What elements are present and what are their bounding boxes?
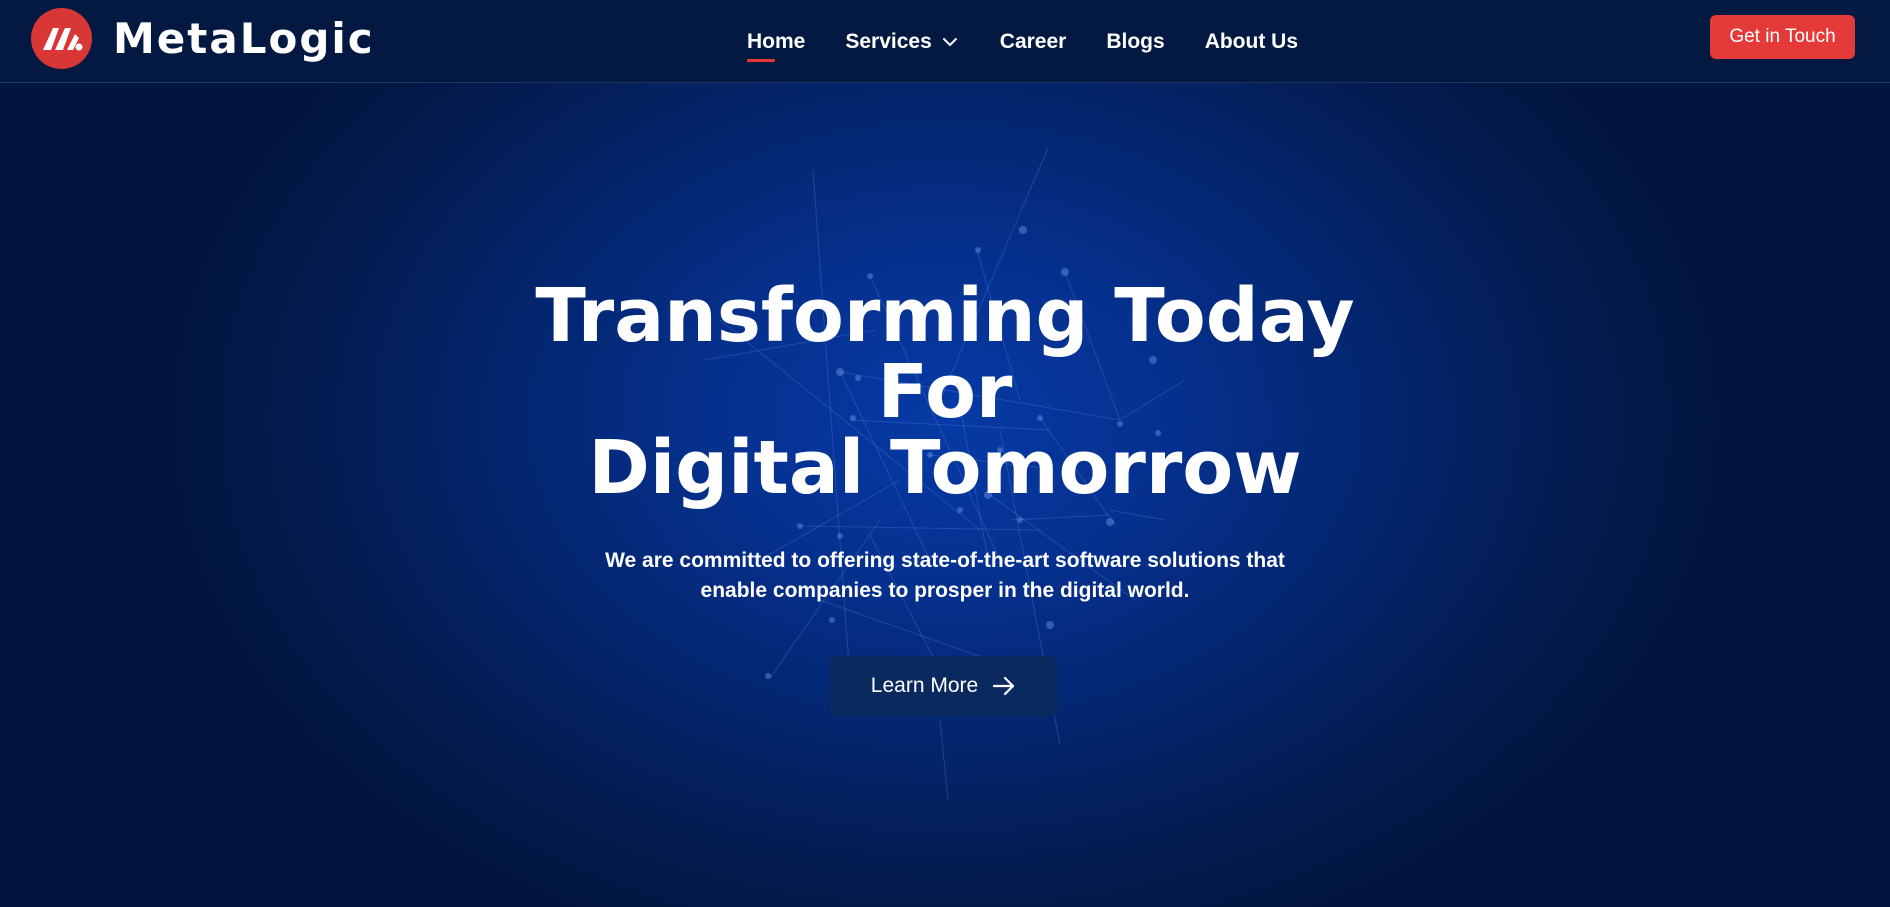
brand-logo[interactable]: MetaLogic (31, 8, 375, 69)
brand-name: MetaLogic (113, 14, 375, 63)
top-navbar: MetaLogic Home Services Career Blogs Abo… (0, 0, 1890, 83)
nav-services-label: Services (845, 29, 932, 53)
nav-about-us[interactable]: About Us (1205, 22, 1298, 62)
get-in-touch-button[interactable]: Get in Touch (1710, 15, 1855, 59)
nav-home[interactable]: Home (747, 22, 805, 62)
hero-subtitle-line-2: enable companies to prosper in the digit… (700, 579, 1190, 602)
arrow-right-icon (993, 676, 1015, 696)
hero-subtitle-line-1: We are committed to offering state-of-th… (605, 549, 1285, 572)
hero-subtitle: We are committed to offering state-of-th… (545, 546, 1345, 606)
nav-services[interactable]: Services (845, 22, 957, 62)
hero-title-line-2: For (877, 349, 1013, 435)
learn-more-button[interactable]: Learn More (830, 656, 1057, 716)
hero-title-line-3: Digital Tomorrow (588, 425, 1302, 511)
nav-blogs[interactable]: Blogs (1106, 22, 1164, 62)
learn-more-label: Learn More (870, 674, 979, 697)
hero-title-line-1: Transforming Today (535, 273, 1355, 359)
metalogic-logo-icon (31, 8, 92, 69)
main-nav: Home Services Career Blogs About Us (747, 0, 1298, 83)
chevron-down-icon (942, 37, 957, 46)
nav-career[interactable]: Career (1000, 22, 1067, 62)
hero-title: Transforming Today For Digital Tomorrow (445, 278, 1445, 506)
page: MetaLogic Home Services Career Blogs Abo… (0, 0, 1890, 907)
